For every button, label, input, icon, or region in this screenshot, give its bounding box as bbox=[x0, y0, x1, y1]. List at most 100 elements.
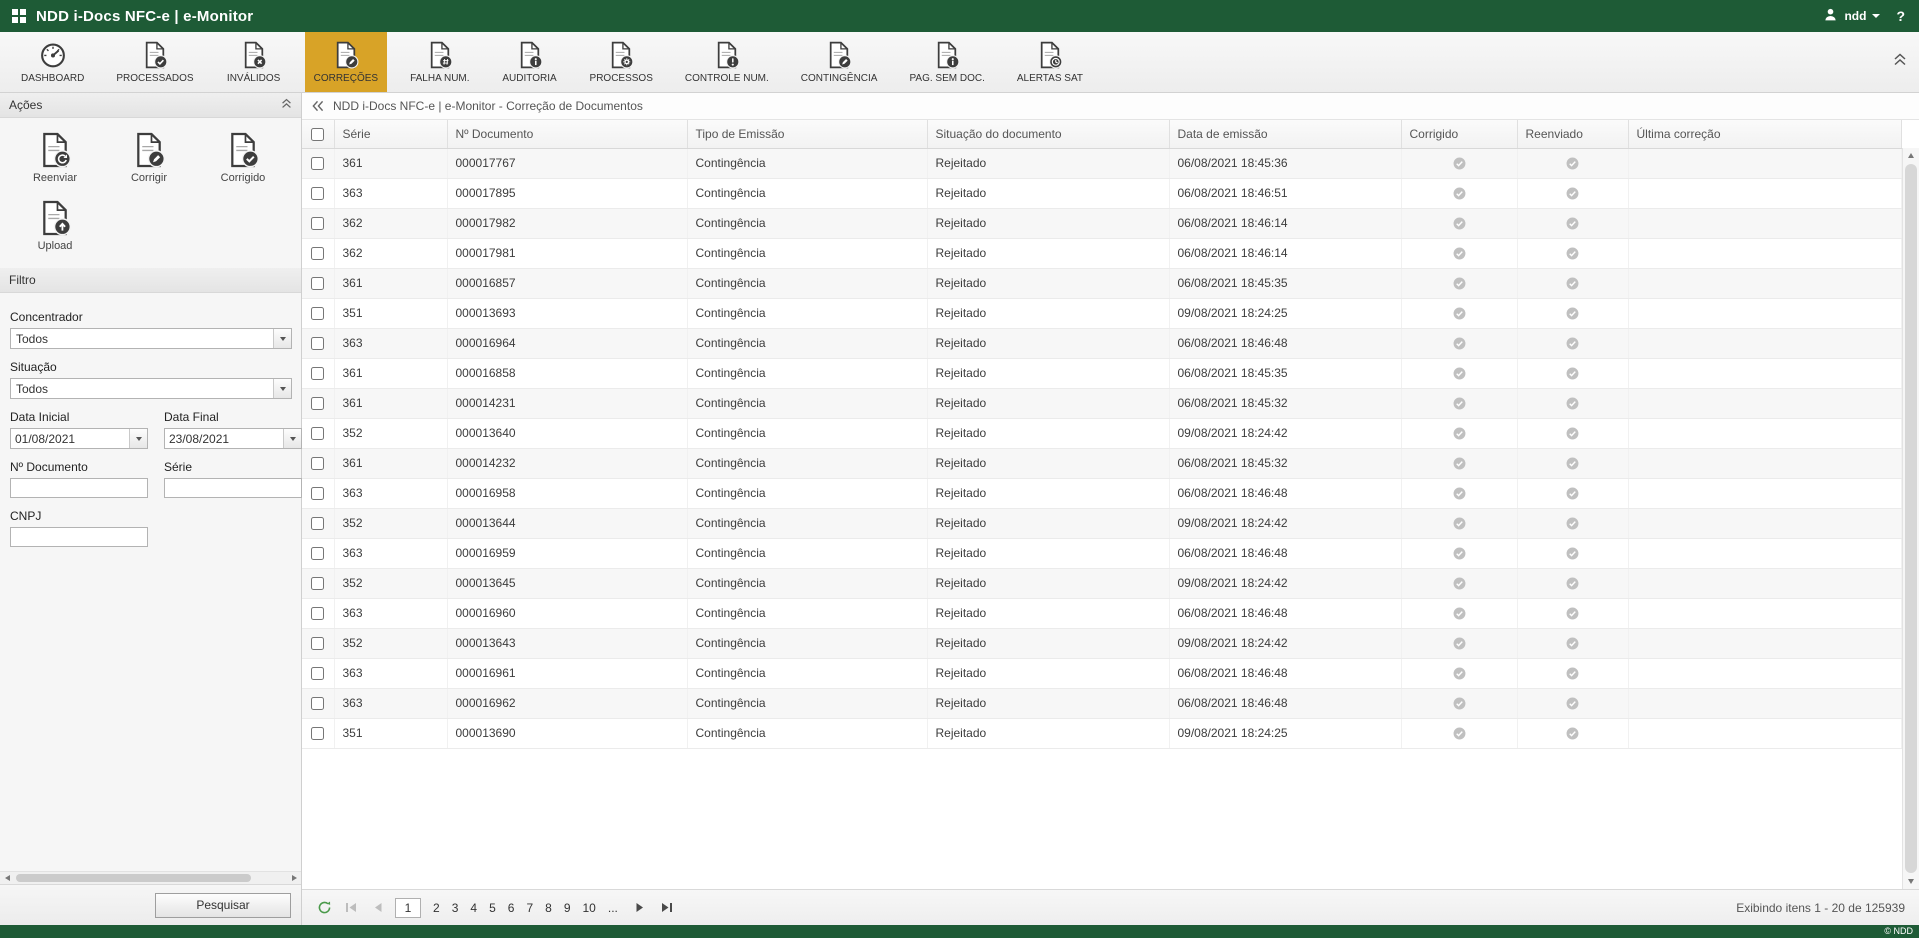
cnpj-input[interactable] bbox=[10, 527, 148, 547]
row-checkbox[interactable] bbox=[311, 607, 324, 620]
pesquisar-button[interactable]: Pesquisar bbox=[155, 893, 291, 918]
toolbar-item-contingencia[interactable]: CONTINGÊNCIA bbox=[792, 32, 887, 92]
row-checkbox[interactable] bbox=[311, 277, 324, 290]
table-row[interactable]: 361 000016857 Contingência Rejeitado 06/… bbox=[302, 268, 1902, 298]
table-row[interactable]: 363 000016961 Contingência Rejeitado 06/… bbox=[302, 658, 1902, 688]
row-checkbox[interactable] bbox=[311, 367, 324, 380]
scroll-left-icon[interactable] bbox=[0, 875, 14, 881]
row-checkbox[interactable] bbox=[311, 217, 324, 230]
toolbar-item-pag-sem-doc[interactable]: PAG. SEM DOC. bbox=[900, 32, 993, 92]
column-header-ultima-correcao[interactable]: Última correção bbox=[1628, 120, 1902, 148]
data-final-field[interactable] bbox=[164, 428, 302, 449]
next-page-button[interactable] bbox=[630, 898, 650, 918]
help-button[interactable]: ? bbox=[1896, 8, 1905, 24]
row-checkbox[interactable] bbox=[311, 427, 324, 440]
table-row[interactable]: 363 000017895 Contingência Rejeitado 06/… bbox=[302, 178, 1902, 208]
collapse-toolbar-icon[interactable] bbox=[1893, 53, 1907, 71]
page-link-7[interactable]: 7 bbox=[521, 901, 538, 915]
row-checkbox[interactable] bbox=[311, 727, 324, 740]
chevron-down-icon[interactable] bbox=[273, 379, 291, 398]
table-row[interactable]: 362 000017982 Contingência Rejeitado 06/… bbox=[302, 208, 1902, 238]
row-checkbox[interactable] bbox=[311, 307, 324, 320]
table-row[interactable]: 361 000016858 Contingência Rejeitado 06/… bbox=[302, 358, 1902, 388]
table-row[interactable]: 352 000013645 Contingência Rejeitado 09/… bbox=[302, 568, 1902, 598]
toolbar-item-alertas-sat[interactable]: ALERTAS SAT bbox=[1008, 32, 1092, 92]
row-checkbox[interactable] bbox=[311, 157, 324, 170]
chevron-down-icon[interactable] bbox=[273, 329, 291, 348]
column-header-serie[interactable]: Série bbox=[334, 120, 447, 148]
page-link-5[interactable]: 5 bbox=[484, 901, 501, 915]
refresh-button[interactable] bbox=[314, 898, 334, 918]
first-page-button[interactable] bbox=[341, 898, 361, 918]
row-checkbox[interactable] bbox=[311, 247, 324, 260]
row-checkbox[interactable] bbox=[311, 547, 324, 560]
current-page-input[interactable] bbox=[395, 898, 421, 918]
scroll-right-icon[interactable] bbox=[287, 875, 301, 881]
collapse-sidebar-icon[interactable] bbox=[311, 100, 324, 112]
data-inicial-field[interactable] bbox=[10, 428, 148, 449]
page-link-4[interactable]: 4 bbox=[465, 901, 482, 915]
row-checkbox[interactable] bbox=[311, 577, 324, 590]
row-checkbox[interactable] bbox=[311, 487, 324, 500]
toolbar-item-invalidos[interactable]: INVÁLIDOS bbox=[217, 32, 291, 92]
concentrador-select[interactable]: Todos bbox=[10, 328, 292, 349]
last-page-button[interactable] bbox=[657, 898, 677, 918]
toolbar-item-controle-num[interactable]: CONTROLE NUM. bbox=[676, 32, 778, 92]
toolbar-item-dashboard[interactable]: DASHBOARD bbox=[12, 32, 93, 92]
data-final-input[interactable] bbox=[165, 432, 283, 446]
column-header-reenviado[interactable]: Reenviado bbox=[1517, 120, 1628, 148]
column-header-tipo-de-emissao[interactable]: Tipo de Emissão bbox=[687, 120, 927, 148]
prev-page-button[interactable] bbox=[368, 898, 388, 918]
page-link-10[interactable]: 10 bbox=[578, 901, 601, 915]
table-row[interactable]: 363 000016958 Contingência Rejeitado 06/… bbox=[302, 478, 1902, 508]
table-row[interactable]: 363 000016964 Contingência Rejeitado 06/… bbox=[302, 328, 1902, 358]
app-grid-icon[interactable] bbox=[12, 9, 26, 23]
serie-input[interactable] bbox=[164, 478, 302, 498]
page-ellipsis[interactable]: ... bbox=[603, 901, 623, 915]
table-row[interactable]: 351 000013690 Contingência Rejeitado 09/… bbox=[302, 718, 1902, 748]
table-row[interactable]: 363 000016960 Contingência Rejeitado 06/… bbox=[302, 598, 1902, 628]
table-row[interactable]: 361 000014231 Contingência Rejeitado 06/… bbox=[302, 388, 1902, 418]
sidebar-horizontal-scrollbar[interactable] bbox=[0, 871, 301, 884]
toolbar-item-processos[interactable]: PROCESSOS bbox=[581, 32, 662, 92]
toolbar-item-falha-num[interactable]: FALHA NUM. bbox=[401, 32, 478, 92]
row-checkbox[interactable] bbox=[311, 637, 324, 650]
situacao-select[interactable]: Todos bbox=[10, 378, 292, 399]
scroll-down-icon[interactable] bbox=[1903, 874, 1919, 889]
table-row[interactable]: 352 000013643 Contingência Rejeitado 09/… bbox=[302, 628, 1902, 658]
action-corrigir[interactable]: Corrigir bbox=[102, 132, 196, 184]
toolbar-item-correcoes[interactable]: CORREÇÕES bbox=[305, 32, 387, 92]
user-menu[interactable]: ndd bbox=[1823, 7, 1880, 25]
page-link-9[interactable]: 9 bbox=[559, 901, 576, 915]
select-all-checkbox[interactable] bbox=[311, 128, 324, 141]
table-row[interactable]: 361 000017767 Contingência Rejeitado 06/… bbox=[302, 148, 1902, 178]
row-checkbox[interactable] bbox=[311, 397, 324, 410]
table-vertical-scrollbar[interactable] bbox=[1902, 148, 1919, 889]
page-link-6[interactable]: 6 bbox=[503, 901, 520, 915]
action-reenviar[interactable]: Reenviar bbox=[8, 132, 102, 184]
table-row[interactable]: 363 000016962 Contingência Rejeitado 06/… bbox=[302, 688, 1902, 718]
row-checkbox[interactable] bbox=[311, 667, 324, 680]
row-checkbox[interactable] bbox=[311, 187, 324, 200]
row-checkbox[interactable] bbox=[311, 337, 324, 350]
column-header-situacao-do-documento[interactable]: Situação do documento bbox=[927, 120, 1169, 148]
row-checkbox[interactable] bbox=[311, 697, 324, 710]
scroll-up-icon[interactable] bbox=[1903, 148, 1919, 163]
column-header-data-de-emissao[interactable]: Data de emissão bbox=[1169, 120, 1401, 148]
table-row[interactable]: 362 000017981 Contingência Rejeitado 06/… bbox=[302, 238, 1902, 268]
scrollbar-thumb[interactable] bbox=[16, 874, 251, 882]
column-header-n-documento[interactable]: Nº Documento bbox=[447, 120, 687, 148]
scrollbar-thumb[interactable] bbox=[1905, 164, 1917, 873]
action-corrigido[interactable]: Corrigido bbox=[196, 132, 290, 184]
table-row[interactable]: 363 000016959 Contingência Rejeitado 06/… bbox=[302, 538, 1902, 568]
page-link-8[interactable]: 8 bbox=[540, 901, 557, 915]
row-checkbox[interactable] bbox=[311, 457, 324, 470]
page-link-3[interactable]: 3 bbox=[447, 901, 464, 915]
data-inicial-input[interactable] bbox=[11, 432, 129, 446]
action-upload[interactable]: Upload bbox=[8, 200, 102, 252]
column-header-corrigido[interactable]: Corrigido bbox=[1401, 120, 1517, 148]
num-documento-input[interactable] bbox=[10, 478, 148, 498]
table-row[interactable]: 352 000013640 Contingência Rejeitado 09/… bbox=[302, 418, 1902, 448]
table-row[interactable]: 351 000013693 Contingência Rejeitado 09/… bbox=[302, 298, 1902, 328]
page-link-2[interactable]: 2 bbox=[428, 901, 445, 915]
